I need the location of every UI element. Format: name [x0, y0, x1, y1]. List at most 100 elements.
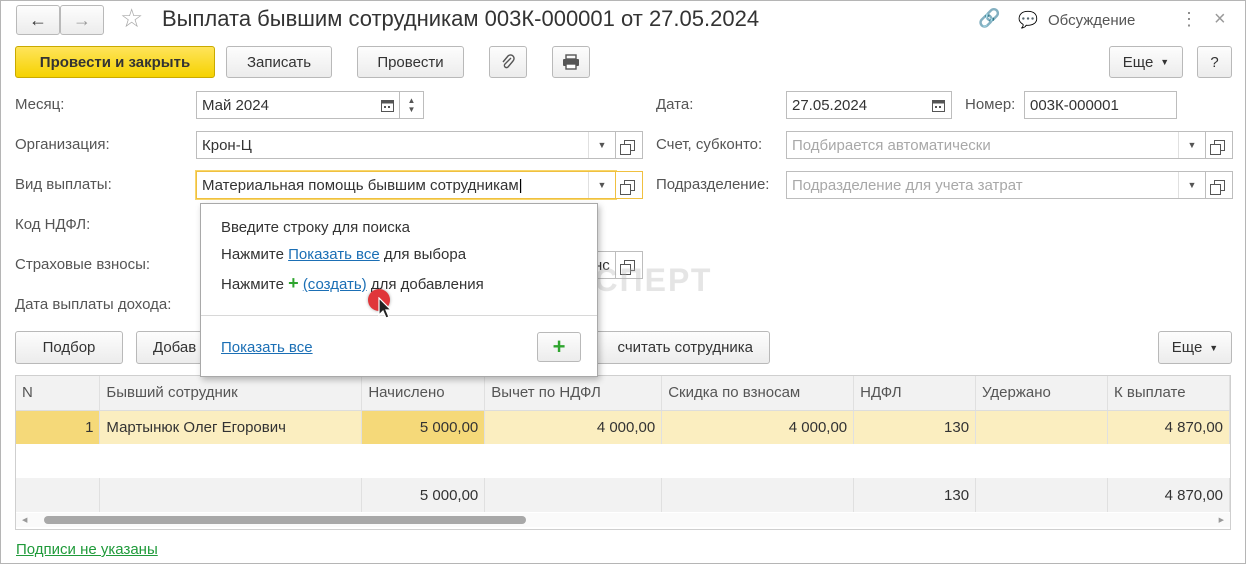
- total-employee: [99, 478, 363, 512]
- plus-icon: +: [552, 334, 566, 359]
- printer-icon: [563, 54, 579, 70]
- paperclip-icon: [502, 54, 515, 69]
- close-icon[interactable]: ×: [1214, 8, 1226, 31]
- arrow-right-icon: →: [73, 9, 91, 30]
- col-header-employee[interactable]: Бывший сотрудник: [99, 376, 363, 411]
- discussion-label[interactable]: Обсуждение: [1048, 12, 1135, 29]
- show-all-link[interactable]: Показать все: [221, 339, 313, 356]
- table-row[interactable]: 1 Мартынюк Олег Егорович 5 000,00 4 000,…: [16, 410, 1231, 444]
- calendar-icon[interactable]: [925, 92, 951, 118]
- scroll-left-icon[interactable]: ◀: [22, 516, 27, 524]
- forward-button[interactable]: →: [60, 5, 104, 35]
- plus-icon: +: [288, 273, 299, 293]
- employees-table: N Бывший сотрудник Начислено Вычет по НД…: [16, 376, 1231, 512]
- cell-to-pay[interactable]: 4 870,00: [1107, 410, 1231, 444]
- horizontal-scrollbar[interactable]: ◀ ▶: [16, 513, 1230, 527]
- open-department-button[interactable]: [1205, 171, 1233, 199]
- scroll-right-icon[interactable]: ▶: [1219, 516, 1224, 524]
- popup-divider: [201, 315, 597, 316]
- number-field[interactable]: 003К-000001: [1024, 91, 1177, 119]
- star-icon[interactable]: ☆: [120, 3, 143, 34]
- ndfl-code-label: Код НДФЛ:: [15, 216, 91, 233]
- total-to-pay: 4 870,00: [1107, 478, 1231, 512]
- cell-deduction[interactable]: 4 000,00: [484, 410, 663, 444]
- number-value: 003К-000001: [1030, 96, 1119, 114]
- col-header-deduction[interactable]: Вычет по НДФЛ: [484, 376, 663, 411]
- search-popup: Введите строку для поиска Нажмите Показа…: [200, 203, 598, 377]
- show-all-link-text[interactable]: Показать все: [221, 339, 313, 356]
- chevron-down-icon[interactable]: ▼: [1178, 132, 1205, 158]
- month-spinner[interactable]: ▲ ▼: [400, 91, 424, 119]
- open-account-button[interactable]: [1205, 131, 1233, 159]
- create-link[interactable]: (создать): [303, 276, 367, 293]
- recalculate-button-partial[interactable]: считать сотрудника: [570, 331, 770, 364]
- chevron-down-icon[interactable]: ▼: [588, 172, 615, 198]
- col-header-ndfl[interactable]: НДФЛ: [853, 376, 977, 411]
- popup-hint-text: Нажмите: [221, 246, 289, 263]
- payment-type-value: Материальная помощь бывшим сотрудникам: [202, 176, 519, 194]
- chevron-down-icon: ▼: [1209, 342, 1219, 353]
- col-header-to-pay[interactable]: К выплате: [1107, 376, 1231, 411]
- page-title: Выплата бывшим сотрудникам 003К-000001 о…: [162, 6, 760, 31]
- table-totals-row: 5 000,00 130 4 870,00: [16, 478, 1231, 512]
- chevron-down-icon[interactable]: ▼: [1178, 172, 1205, 198]
- col-header-withheld[interactable]: Удержано: [975, 376, 1108, 411]
- department-field[interactable]: Подразделение для учета затрат ▼: [786, 171, 1206, 199]
- table-more-button[interactable]: Еще ▼: [1158, 331, 1232, 364]
- cell-employee[interactable]: Мартынюк Олег Егорович: [99, 410, 363, 444]
- popup-create-button[interactable]: +: [537, 332, 581, 362]
- mouse-cursor-icon: [378, 297, 393, 319]
- month-value: Май 2024: [202, 96, 269, 114]
- date-field[interactable]: 27.05.2024: [786, 91, 952, 119]
- pick-button[interactable]: Подбор: [15, 331, 123, 364]
- more-button[interactable]: Еще ▼: [1109, 46, 1183, 78]
- chevron-down-icon: ▼: [1160, 57, 1170, 67]
- print-button[interactable]: [552, 46, 590, 78]
- calendar-icon[interactable]: [375, 92, 399, 118]
- table-empty-row: [16, 444, 1230, 478]
- cell-discount[interactable]: 4 000,00: [661, 410, 855, 444]
- discussion-icon[interactable]: 💬: [1018, 10, 1038, 30]
- save-button[interactable]: Записать: [226, 46, 332, 78]
- cell-n[interactable]: 1: [16, 410, 101, 444]
- col-header-accrued[interactable]: Начислено: [361, 376, 486, 411]
- more-label: Еще: [1122, 53, 1154, 71]
- scrollbar-thumb[interactable]: [44, 516, 526, 524]
- signatures-link[interactable]: Подписи не указаны: [16, 541, 158, 558]
- post-and-close-button[interactable]: Провести и закрыть: [15, 46, 215, 78]
- open-icon: [1209, 179, 1225, 195]
- insurance-label: Страховые взносы:: [15, 256, 151, 273]
- cell-withheld[interactable]: [975, 410, 1108, 444]
- month-field[interactable]: Май 2024: [196, 91, 400, 119]
- account-field[interactable]: Подбирается автоматически ▼: [786, 131, 1206, 159]
- more-vert-icon[interactable]: ⋮: [1180, 9, 1198, 30]
- payment-date-label: Дата выплаты дохода:: [15, 296, 172, 313]
- table-more-label: Еще: [1171, 339, 1203, 356]
- department-label: Подразделение:: [656, 176, 770, 193]
- help-button[interactable]: ?: [1197, 46, 1232, 78]
- payment-type-field[interactable]: Материальная помощь бывшим сотрудникам | ▼: [196, 171, 616, 199]
- organization-field[interactable]: Крон-Ц ▼: [196, 131, 616, 159]
- total-accrued: 5 000,00: [361, 478, 486, 512]
- chevron-down-icon[interactable]: ▼: [588, 132, 615, 158]
- payment-type-label: Вид выплаты:: [15, 176, 112, 193]
- cell-accrued[interactable]: 5 000,00: [361, 410, 486, 444]
- cell-ndfl[interactable]: 130: [853, 410, 977, 444]
- open-payment-type-button[interactable]: [615, 171, 643, 199]
- open-icon: [1209, 139, 1225, 155]
- col-header-n[interactable]: N: [16, 376, 101, 411]
- popup-hint-select: Нажмите Показать все для выбора: [221, 246, 466, 263]
- attach-button[interactable]: [489, 46, 527, 78]
- organization-label: Организация:: [15, 136, 110, 153]
- date-label: Дата:: [656, 96, 694, 113]
- link-icon[interactable]: 🔗: [978, 8, 1000, 29]
- back-button[interactable]: ←: [16, 5, 60, 35]
- show-all-inline-link[interactable]: Показать все: [288, 246, 380, 263]
- col-header-discount[interactable]: Скидка по взносам: [661, 376, 855, 411]
- table-header-row: N Бывший сотрудник Начислено Вычет по НД…: [16, 376, 1231, 411]
- open-icon: [619, 139, 635, 155]
- post-button[interactable]: Провести: [357, 46, 464, 78]
- month-label: Месяц:: [15, 96, 65, 113]
- department-placeholder: Подразделение для учета затрат: [792, 176, 1023, 194]
- open-organization-button[interactable]: [615, 131, 643, 159]
